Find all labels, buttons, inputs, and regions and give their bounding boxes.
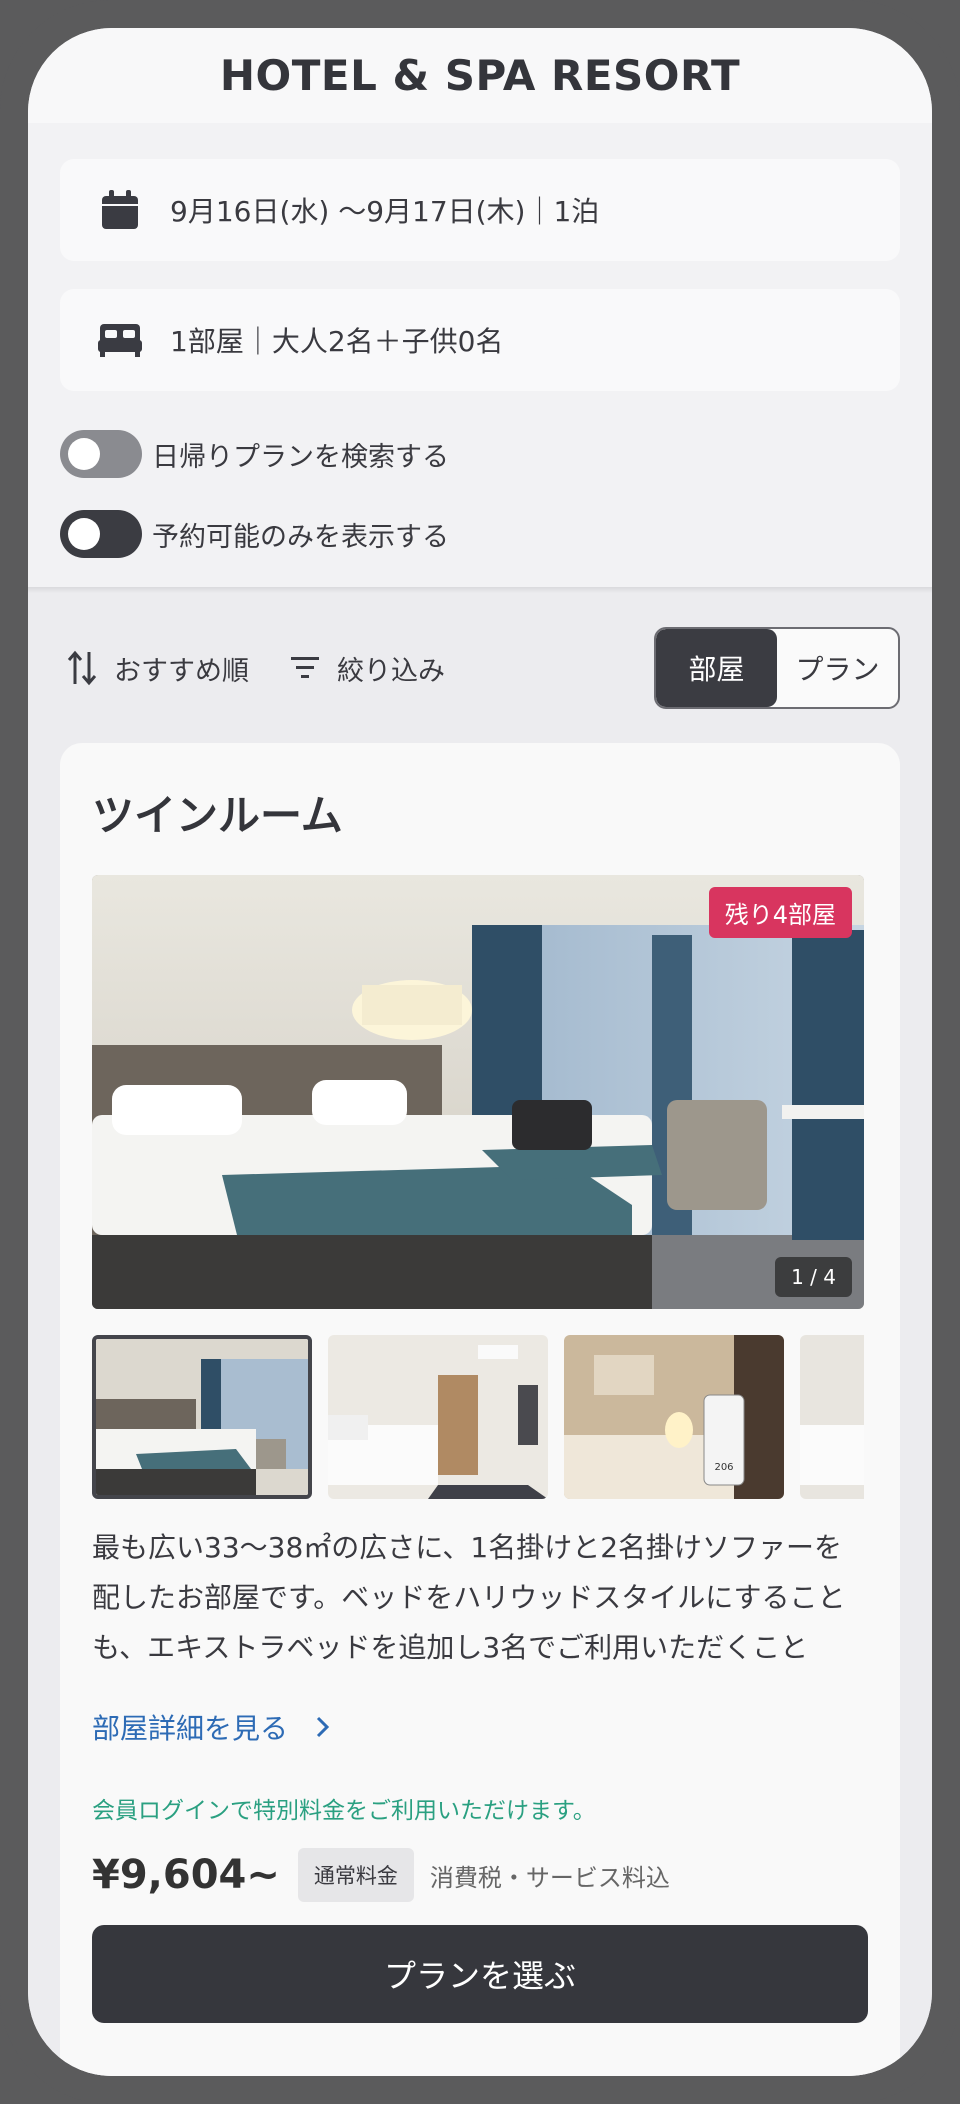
- room-list: ツインルーム 残り4部屋 1 / 4 206 最も広い33〜38㎡の広さに、1名…: [28, 743, 932, 2076]
- hotel-title: HOTEL & SPA RESORT: [219, 51, 741, 100]
- segment-plan[interactable]: プラン: [777, 629, 898, 707]
- room-main-photo[interactable]: 残り4部屋 1 / 4: [92, 875, 864, 1309]
- guests-field[interactable]: 1部屋｜大人2名＋子供0名: [60, 289, 900, 391]
- thumbnail-1[interactable]: [92, 1335, 312, 1499]
- toggle-knob: [68, 518, 100, 550]
- thumbnail-4[interactable]: [800, 1335, 864, 1499]
- bed-icon: [98, 318, 142, 362]
- price-value: ¥9,604~: [92, 1852, 280, 1898]
- date-field[interactable]: 9月16日(水) 〜9月17日(木)｜1泊: [60, 159, 900, 261]
- app-header: HOTEL & SPA RESORT: [28, 28, 932, 123]
- toggle-knob: [68, 438, 100, 470]
- available-only-label: 予約可能のみを表示する: [152, 521, 449, 553]
- list-controls: おすすめ順 絞り込み 部屋 プラン: [28, 593, 932, 743]
- thumbnail-2[interactable]: [328, 1335, 548, 1499]
- sort-icon: [64, 650, 100, 686]
- room-title: ツインルーム: [92, 791, 343, 840]
- day-trip-row: 日帰りプランを検索する: [60, 429, 900, 479]
- guests-value: 1部屋｜大人2名＋子供0名: [170, 325, 504, 358]
- available-only-row: 予約可能のみを表示する: [60, 509, 900, 559]
- sort-button[interactable]: おすすめ順: [60, 649, 249, 688]
- screen: HOTEL & SPA RESORT 9月16日(水) 〜9月17日(木)｜1泊: [28, 28, 932, 2076]
- available-only-toggle[interactable]: [60, 510, 142, 558]
- room-detail-label: 部屋詳細を見る: [92, 1712, 289, 1745]
- day-trip-toggle[interactable]: [60, 430, 142, 478]
- filter-icon: [287, 650, 323, 686]
- room-description: 最も広い33〜38㎡の広さに、1名掛けと2名掛けソファーを配したお部屋です。ベッ…: [92, 1531, 846, 1664]
- room-photo-illustration: [92, 875, 864, 1309]
- device-frame: HOTEL & SPA RESORT 9月16日(水) 〜9月17日(木)｜1泊: [0, 0, 960, 2104]
- price-row: ¥9,604~ 通常料金 消費税・サービス料込: [92, 1845, 868, 1905]
- room-detail-link[interactable]: 部屋詳細を見る: [92, 1707, 868, 1747]
- member-notice: 会員ログインで特別料金をご利用いただけます。: [92, 1798, 596, 1824]
- date-value: 9月16日(水) 〜9月17日(木)｜1泊: [170, 195, 600, 228]
- search-area: 9月16日(水) 〜9月17日(木)｜1泊 1部屋｜大人2名＋子供0名 日帰りプ…: [28, 159, 932, 559]
- filter-button[interactable]: 絞り込み: [283, 649, 445, 688]
- chevron-right-icon: [316, 1716, 330, 1738]
- rate-tag: 通常料金: [297, 1848, 414, 1902]
- calendar-icon: [98, 188, 142, 232]
- room-card: ツインルーム 残り4部屋 1 / 4 206 最も広い33〜38㎡の広さに、1名…: [60, 743, 900, 2076]
- choose-plan-button[interactable]: プランを選ぶ: [92, 1925, 868, 2023]
- sort-label: おすすめ順: [114, 655, 249, 687]
- tax-note: 消費税・サービス料込: [429, 1863, 670, 1892]
- thumbnail-3[interactable]: 206: [564, 1335, 784, 1499]
- segment-room[interactable]: 部屋: [656, 629, 777, 707]
- photo-counter: 1 / 4: [775, 1257, 852, 1297]
- room-plan-segment: 部屋 プラン: [654, 627, 900, 709]
- photo-thumbnails: 206: [92, 1335, 864, 1499]
- door-tag-number: 206: [714, 1462, 733, 1473]
- rooms-left-badge: 残り4部屋: [708, 887, 852, 938]
- day-trip-label: 日帰りプランを検索する: [152, 441, 449, 473]
- filter-label: 絞り込み: [337, 655, 445, 687]
